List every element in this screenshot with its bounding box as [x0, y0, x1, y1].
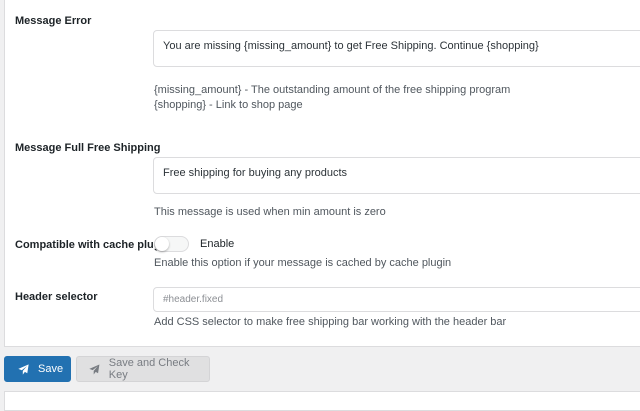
message-error-label: Message Error — [15, 15, 92, 27]
save-button[interactable]: Save — [4, 356, 71, 382]
header-selector-input[interactable] — [153, 287, 640, 312]
message-full-label: Message Full Free Shipping — [15, 142, 161, 154]
save-and-check-key-button[interactable]: Save and Check Key — [76, 356, 210, 382]
message-full-textarea[interactable]: Free shipping for buying any products — [153, 157, 640, 194]
paper-plane-icon — [18, 363, 29, 375]
save-and-check-key-label: Save and Check Key — [108, 357, 190, 381]
next-panel — [4, 391, 640, 411]
toggle-knob — [155, 237, 169, 251]
message-full-help: This message is used when min amount is … — [154, 206, 386, 218]
cache-plugin-help: Enable this option if your message is ca… — [154, 257, 452, 269]
cache-plugin-toggle-label: Enable — [200, 238, 235, 250]
save-button-label: Save — [38, 363, 64, 375]
header-selector-label: Header selector — [15, 291, 98, 303]
cache-plugin-label: Compatible with cache plugin — [15, 239, 171, 251]
message-error-help-missing-amount: {missing_amount} - The outstanding amoun… — [154, 84, 511, 96]
cache-plugin-toggle[interactable] — [154, 236, 189, 252]
paper-plane-icon — [89, 363, 100, 375]
message-error-help-shopping: {shopping} - Link to shop page — [154, 99, 303, 111]
header-selector-help: Add CSS selector to make free shipping b… — [154, 316, 507, 328]
settings-panel: Message Error You are missing {missing_a… — [4, 0, 640, 347]
message-error-textarea[interactable]: You are missing {missing_amount} to get … — [153, 30, 640, 67]
